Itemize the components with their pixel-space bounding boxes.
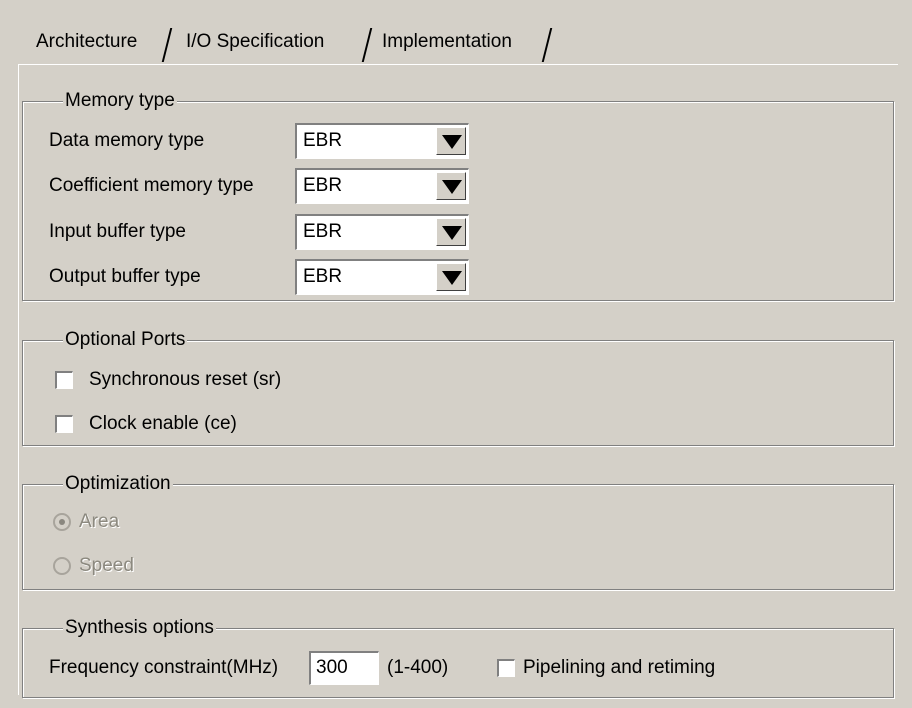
data-memory-type-value: EBR (303, 130, 343, 151)
dropdown-arrow-icon (442, 226, 462, 240)
synchronous-reset-label[interactable]: Synchronous reset (sr) (89, 363, 281, 397)
memory-type-title: Memory type (63, 90, 177, 112)
clock-enable-label[interactable]: Clock enable (ce) (89, 407, 237, 441)
tab-io-specification[interactable]: I/O Specification (178, 22, 332, 62)
output-buffer-type-value: EBR (303, 266, 343, 287)
output-buffer-type-select[interactable]: EBR (295, 259, 469, 295)
input-buffer-type-label: Input buffer type (49, 221, 186, 242)
output-buffer-type-label: Output buffer type (49, 266, 201, 287)
coefficient-memory-type-select[interactable]: EBR (295, 168, 469, 204)
frequency-range-label: (1-400) (387, 657, 449, 678)
memory-type-group: Memory type Data memory type EBR Coeffic… (22, 90, 894, 301)
frequency-constraint-label: Frequency constraint(MHz) (49, 657, 279, 678)
dropdown-button[interactable] (436, 218, 466, 246)
tab-bar: Architecture I/O Specification Implement… (18, 22, 898, 64)
dropdown-arrow-icon (442, 135, 462, 149)
data-memory-type-label: Data memory type (49, 130, 205, 151)
frequency-constraint-input[interactable]: 300 (309, 651, 379, 685)
synchronous-reset-checkbox[interactable] (55, 371, 73, 389)
tab-implementation[interactable]: Implementation (374, 22, 520, 62)
tab-separator (541, 28, 553, 62)
dropdown-button[interactable] (436, 127, 466, 155)
radio-selected-dot (59, 519, 65, 525)
synthesis-options-title: Synthesis options (63, 617, 216, 639)
pipelining-retiming-label[interactable]: Pipelining and retiming (523, 651, 715, 685)
dropdown-button[interactable] (436, 263, 466, 291)
speed-radio[interactable] (53, 557, 71, 575)
clock-enable-checkbox[interactable] (55, 415, 73, 433)
data-memory-type-select[interactable]: EBR (295, 123, 469, 159)
optional-ports-group: Optional Ports Synchronous reset (sr) Cl… (22, 329, 894, 446)
optimization-title: Optimization (63, 473, 173, 495)
tab-architecture[interactable]: Architecture (28, 22, 145, 62)
speed-label[interactable]: Speed (79, 549, 134, 583)
pipelining-retiming-checkbox[interactable] (497, 659, 515, 677)
dropdown-arrow-icon (442, 271, 462, 285)
tab-separator (161, 28, 173, 62)
coefficient-memory-type-value: EBR (303, 175, 343, 196)
dropdown-button[interactable] (436, 172, 466, 200)
area-radio[interactable] (53, 513, 71, 531)
dropdown-arrow-icon (442, 180, 462, 194)
synthesis-options-group: Synthesis options Frequency constraint(M… (22, 617, 894, 698)
optimization-group: Optimization Area Speed (22, 473, 894, 590)
optional-ports-title: Optional Ports (63, 329, 188, 351)
area-label[interactable]: Area (79, 505, 119, 539)
input-buffer-type-value: EBR (303, 221, 343, 242)
tab-separator (361, 28, 373, 62)
input-buffer-type-select[interactable]: EBR (295, 214, 469, 250)
coefficient-memory-type-label: Coefficient memory type (49, 175, 254, 196)
